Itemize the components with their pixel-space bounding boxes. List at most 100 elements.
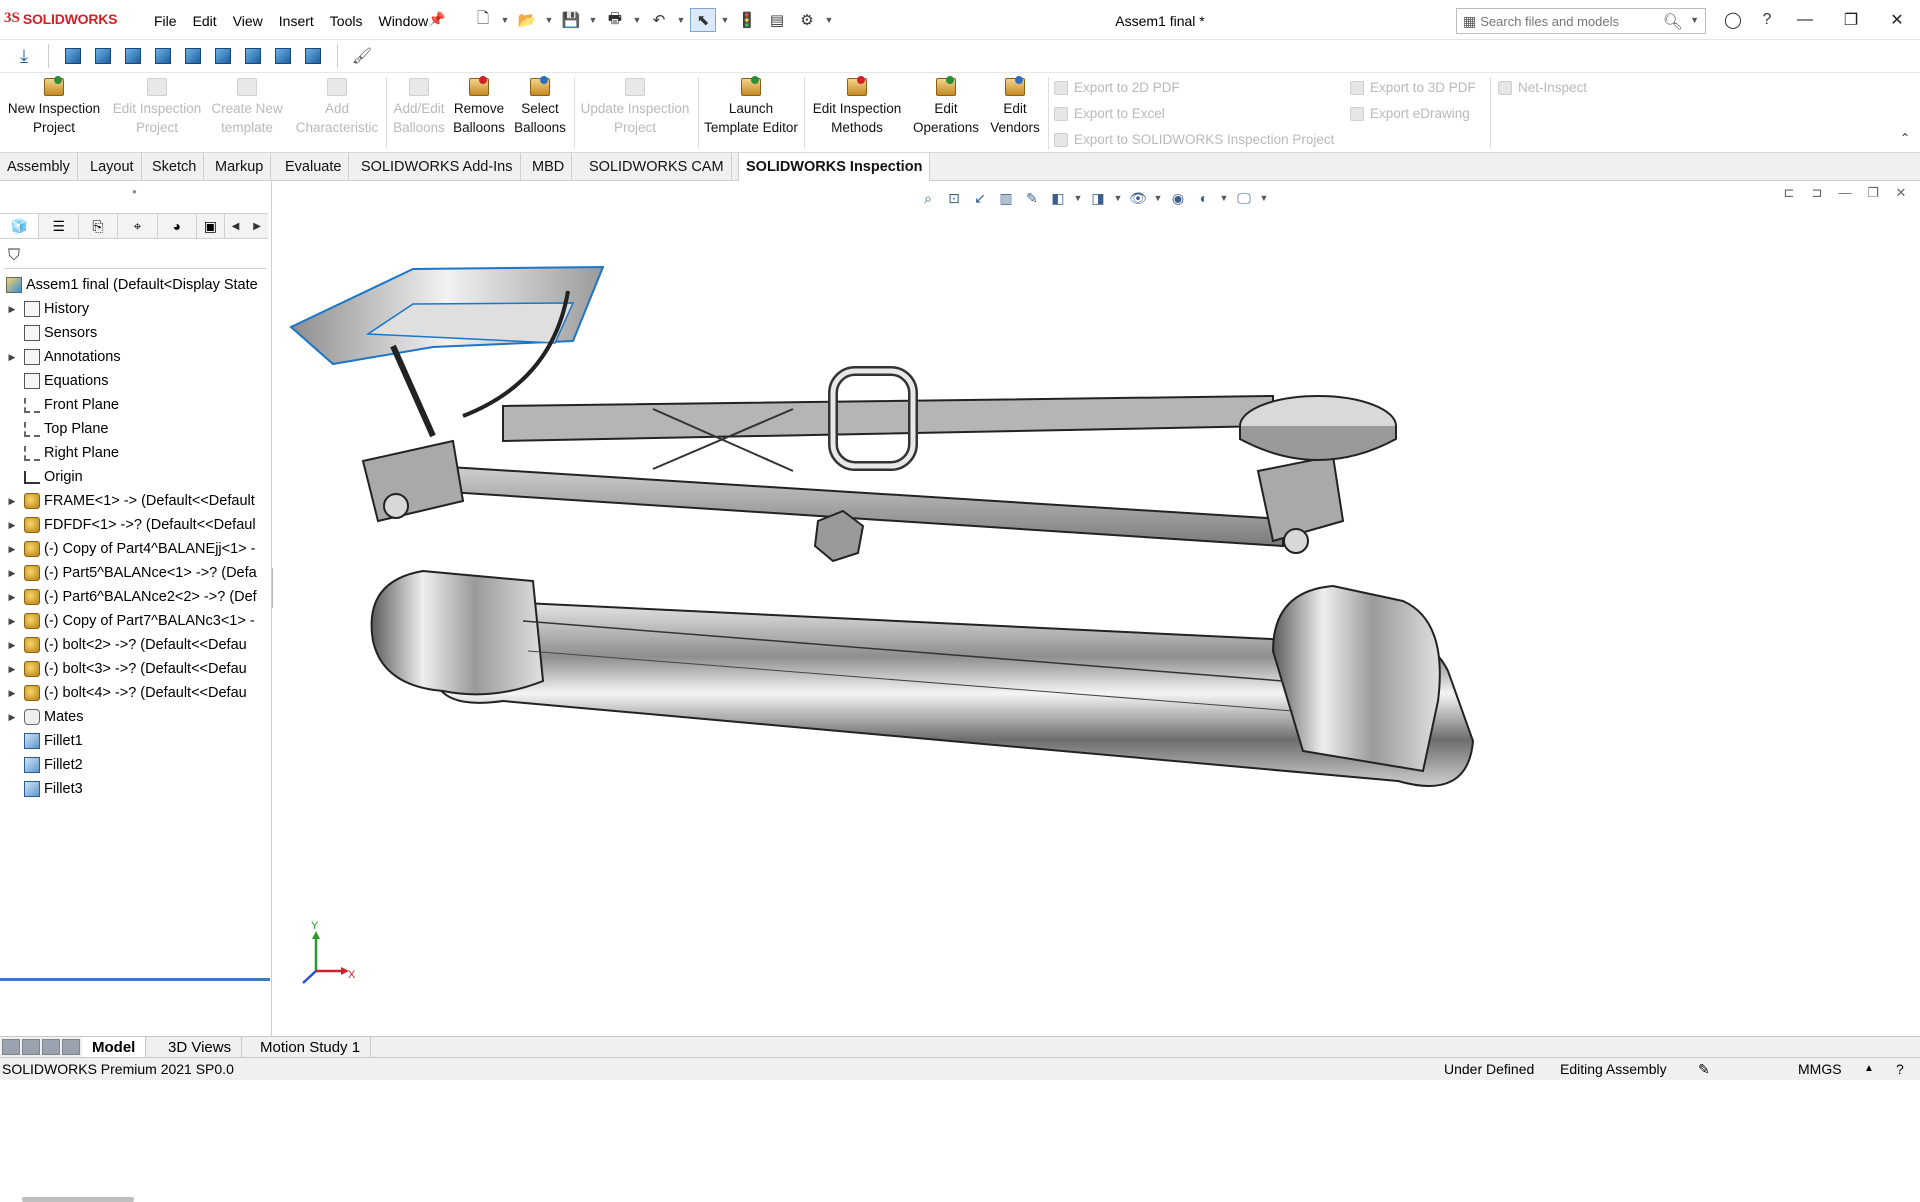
tree-item-component[interactable]: ▶ (-) Copy of Part4^BALANEjj<1> - <box>0 537 270 561</box>
undo-dropdown-icon[interactable]: ▼ <box>676 15 686 25</box>
bottom-view-icon[interactable] <box>211 44 235 68</box>
export-3d-pdf-button[interactable]: Export to 3D PDF <box>1350 80 1476 95</box>
tab-motion-study-1[interactable]: Motion Study 1 <box>250 1037 372 1058</box>
tab-markup[interactable]: Markup <box>208 153 272 181</box>
right-view-icon[interactable] <box>151 44 175 68</box>
expand-icon[interactable]: ▶ <box>6 544 18 555</box>
rollback-bar[interactable] <box>0 978 270 981</box>
export-excel-button[interactable]: Export to Excel <box>1054 106 1165 121</box>
net-inspect-button[interactable]: Net-Inspect <box>1498 80 1587 95</box>
trimetric-view-icon[interactable] <box>271 44 295 68</box>
expand-icon[interactable]: ▶ <box>6 352 18 363</box>
configuration-manager-tab-icon[interactable]: ⎘ <box>79 214 119 238</box>
tab-layout[interactable]: Layout <box>83 153 142 181</box>
export-2d-pdf-button[interactable]: Export to 2D PDF <box>1054 80 1180 95</box>
tab-solidworks-cam[interactable]: SOLIDWORKS CAM <box>582 153 732 181</box>
units-selector[interactable]: MMGS <box>1798 1058 1842 1080</box>
rebuild-traffic-light-icon[interactable]: 🚦 <box>734 8 760 32</box>
menu-edit[interactable]: Edit <box>185 13 225 29</box>
tab-3d-views[interactable]: 3D Views <box>158 1037 243 1058</box>
select-balloons-button[interactable]: Select Balloons <box>512 76 568 137</box>
save-icon[interactable]: 💾 <box>558 8 584 32</box>
tree-item-component[interactable]: ▶ (-) bolt<2> ->? (Default<<Defau <box>0 633 270 657</box>
tree-item-right-plane[interactable]: Right Plane <box>0 441 270 465</box>
new-document-icon[interactable]: 🗋 <box>470 8 496 32</box>
tab-evaluate[interactable]: Evaluate <box>278 153 350 181</box>
menu-window[interactable]: Window <box>370 13 436 29</box>
tree-item-component[interactable]: ▶ (-) Part5^BALANce<1> ->? (Defa <box>0 561 270 585</box>
minimize-icon[interactable]: — <box>1782 0 1828 40</box>
tree-item-annotations[interactable]: ▶ Annotations <box>0 345 270 369</box>
tree-item-mates[interactable]: ▶ Mates <box>0 705 270 729</box>
expand-icon[interactable]: ▶ <box>6 712 18 723</box>
menu-tools[interactable]: Tools <box>322 13 371 29</box>
cam-manager-tab-icon[interactable]: ▣ <box>197 214 225 238</box>
display-manager-tab-icon[interactable]: ◕ <box>158 214 198 238</box>
expand-icon[interactable]: ▶ <box>6 520 18 531</box>
filter-icon[interactable]: ⛉ <box>8 247 20 265</box>
edit-inspection-methods-button[interactable]: Edit Inspection Methods <box>808 76 906 137</box>
open-dropdown-icon[interactable]: ▼ <box>544 15 554 25</box>
search-icon[interactable]: 🔍︎ <box>1663 12 1683 32</box>
tree-item-component[interactable]: ▶ FRAME<1> -> (Default<<Default <box>0 489 270 513</box>
create-new-template-button[interactable]: Create New template <box>208 78 286 137</box>
tree-item-fillet[interactable]: Fillet1 <box>0 729 270 753</box>
update-inspection-project-button[interactable]: Update Inspection Project <box>578 78 692 137</box>
property-manager-tab-icon[interactable]: ☰ <box>39 214 79 238</box>
restore-icon[interactable]: ❐ <box>1828 0 1874 40</box>
print-dropdown-icon[interactable]: ▼ <box>632 15 642 25</box>
tree-item-component[interactable]: ▶ (-) Part6^BALANce2<2> ->? (Def <box>0 585 270 609</box>
rebuild-status-icon[interactable]: ✎ <box>1698 1058 1710 1080</box>
tabs-scroll-left-icon[interactable]: ◀ <box>225 221 247 232</box>
next-tab-icon[interactable] <box>42 1039 60 1055</box>
export-edrawing-button[interactable]: Export eDrawing <box>1350 106 1470 121</box>
tab-mbd[interactable]: MBD <box>525 153 573 181</box>
panel-resize-handle[interactable]: ● <box>132 187 137 196</box>
isometric-view-icon[interactable] <box>241 44 265 68</box>
normal-to-icon[interactable]: ⤓ <box>12 44 36 68</box>
search-input[interactable] <box>1480 13 1661 29</box>
add-characteristic-button[interactable]: Add Characteristic <box>292 78 382 137</box>
last-tab-icon[interactable] <box>62 1039 80 1055</box>
prev-tab-icon[interactable] <box>22 1039 40 1055</box>
launch-template-editor-button[interactable]: Launch Template Editor <box>700 76 802 137</box>
tab-solidworks-inspection[interactable]: SOLIDWORKS Inspection <box>738 153 931 182</box>
tree-item-component[interactable]: ▶ (-) Copy of Part7^BALANc3<1> - <box>0 609 270 633</box>
top-view-icon[interactable] <box>181 44 205 68</box>
new-inspection-project-button[interactable]: New Inspection Project <box>6 76 102 137</box>
add-edit-balloons-button[interactable]: Add/Edit Balloons <box>388 78 450 137</box>
tab-solidworks-add-ins[interactable]: SOLIDWORKS Add-Ins <box>354 153 521 181</box>
feature-manager-tab-icon[interactable]: 🧊 <box>0 214 40 238</box>
undo-icon[interactable]: ↶ <box>646 8 672 32</box>
tree-item-fillet[interactable]: Fillet3 <box>0 777 270 801</box>
tree-item-top-plane[interactable]: Top Plane <box>0 417 270 441</box>
tree-item-fillet[interactable]: Fillet2 <box>0 753 270 777</box>
expand-icon[interactable]: ▶ <box>6 688 18 699</box>
tree-item-history[interactable]: ▶ History <box>0 297 270 321</box>
file-properties-icon[interactable]: ▤ <box>764 8 790 32</box>
edit-inspection-project-button[interactable]: Edit Inspection Project <box>110 78 204 137</box>
options-gear-icon[interactable]: ⚙ <box>794 8 820 32</box>
tabs-scroll-right-icon[interactable]: ▶ <box>246 221 268 232</box>
tree-item-front-plane[interactable]: Front Plane <box>0 393 270 417</box>
close-icon[interactable]: ✕ <box>1874 0 1920 40</box>
customize-brush-icon[interactable]: 🖌 <box>350 44 374 68</box>
menu-file[interactable]: File <box>146 13 185 29</box>
search-dropdown-icon[interactable]: ▼ <box>1690 15 1699 25</box>
quick-tips-icon[interactable]: ? <box>1896 1058 1904 1080</box>
back-view-icon[interactable] <box>91 44 115 68</box>
remove-balloons-button[interactable]: Remove Balloons <box>452 76 506 137</box>
solidworks-logo[interactable]: 3S SOLIDWORKS <box>4 10 117 27</box>
expand-icon[interactable]: ▶ <box>6 592 18 603</box>
menu-view[interactable]: View <box>225 13 271 29</box>
graphics-area[interactable]: ⌕ ⊡ ↙ ▥ ✎ ◧ ▼ ◨ ▼ 👁 ▼ ◉ ◐ ▼ 🖵 ▼ ⊏ ⊐ — ❐ … <box>273 181 1920 1036</box>
tree-item-component[interactable]: ▶ (-) bolt<3> ->? (Default<<Defau <box>0 657 270 681</box>
edit-vendors-button[interactable]: Edit Vendors <box>986 76 1044 137</box>
horizontal-scrollbar[interactable] <box>22 1197 134 1202</box>
pin-menu-icon[interactable]: 📌 <box>428 11 445 28</box>
help-icon[interactable]: ? <box>1750 8 1784 32</box>
front-view-icon[interactable] <box>61 44 85 68</box>
expand-icon[interactable]: ▶ <box>6 568 18 579</box>
select-dropdown-icon[interactable]: ▼ <box>720 15 730 25</box>
dimetric-view-icon[interactable] <box>301 44 325 68</box>
